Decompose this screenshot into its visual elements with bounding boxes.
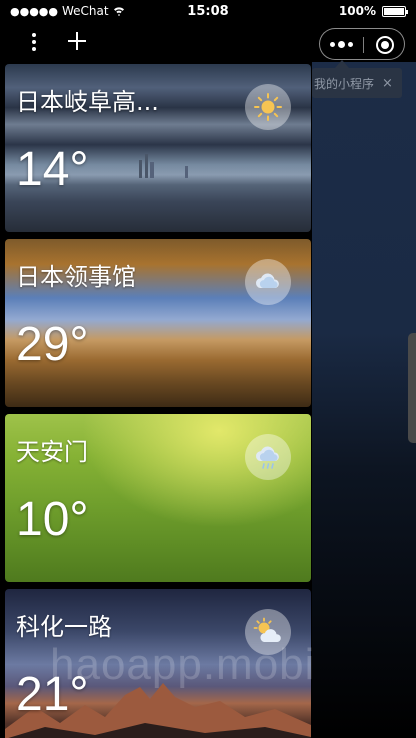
city-name: 日本岐阜高... <box>16 88 159 116</box>
side-panel <box>312 62 416 738</box>
cloud-rain-icon <box>245 434 291 480</box>
status-bar: ●●●●● WeChat 15:08 100% <box>0 0 416 24</box>
city-skyline <box>139 154 188 178</box>
miniprogram-capsule <box>319 28 405 60</box>
city-card[interactable]: 日本领事馆 29° <box>5 239 311 407</box>
ellipsis-icon[interactable] <box>320 29 363 59</box>
tooltip-close-button[interactable]: × <box>382 76 393 91</box>
sunny-icon <box>245 84 291 130</box>
kebab-vertical-icon[interactable] <box>26 32 42 52</box>
battery-icon <box>382 5 408 17</box>
temperature: 10° <box>16 493 89 546</box>
city-name: 科化一路 <box>16 613 112 641</box>
status-right: 100% <box>338 4 408 18</box>
tooltip-text: 我的小程序 <box>314 76 375 91</box>
cloudy-icon <box>245 259 291 305</box>
city-card[interactable]: 日本岐阜高... 14° <box>5 64 311 232</box>
city-card[interactable]: 天安门 10° <box>5 414 311 582</box>
side-scroll-handle[interactable] <box>408 333 416 443</box>
city-name: 日本领事馆 <box>16 263 136 291</box>
battery-percent: 100% <box>338 4 376 18</box>
battery-fill <box>384 7 404 15</box>
target-circle-icon[interactable] <box>376 36 394 54</box>
navigation-bar <box>0 24 416 62</box>
city-name: 天安门 <box>16 438 88 466</box>
add-to-my-miniprograms-tip: 我的小程序 × <box>312 68 402 98</box>
temperature: 29° <box>16 318 89 371</box>
temperature: 14° <box>16 143 89 196</box>
capsule-divider <box>363 37 364 53</box>
plus-icon[interactable] <box>66 30 88 52</box>
tooltip-arrow <box>335 60 349 68</box>
watermark-text: haoapp.mobi <box>50 640 316 689</box>
